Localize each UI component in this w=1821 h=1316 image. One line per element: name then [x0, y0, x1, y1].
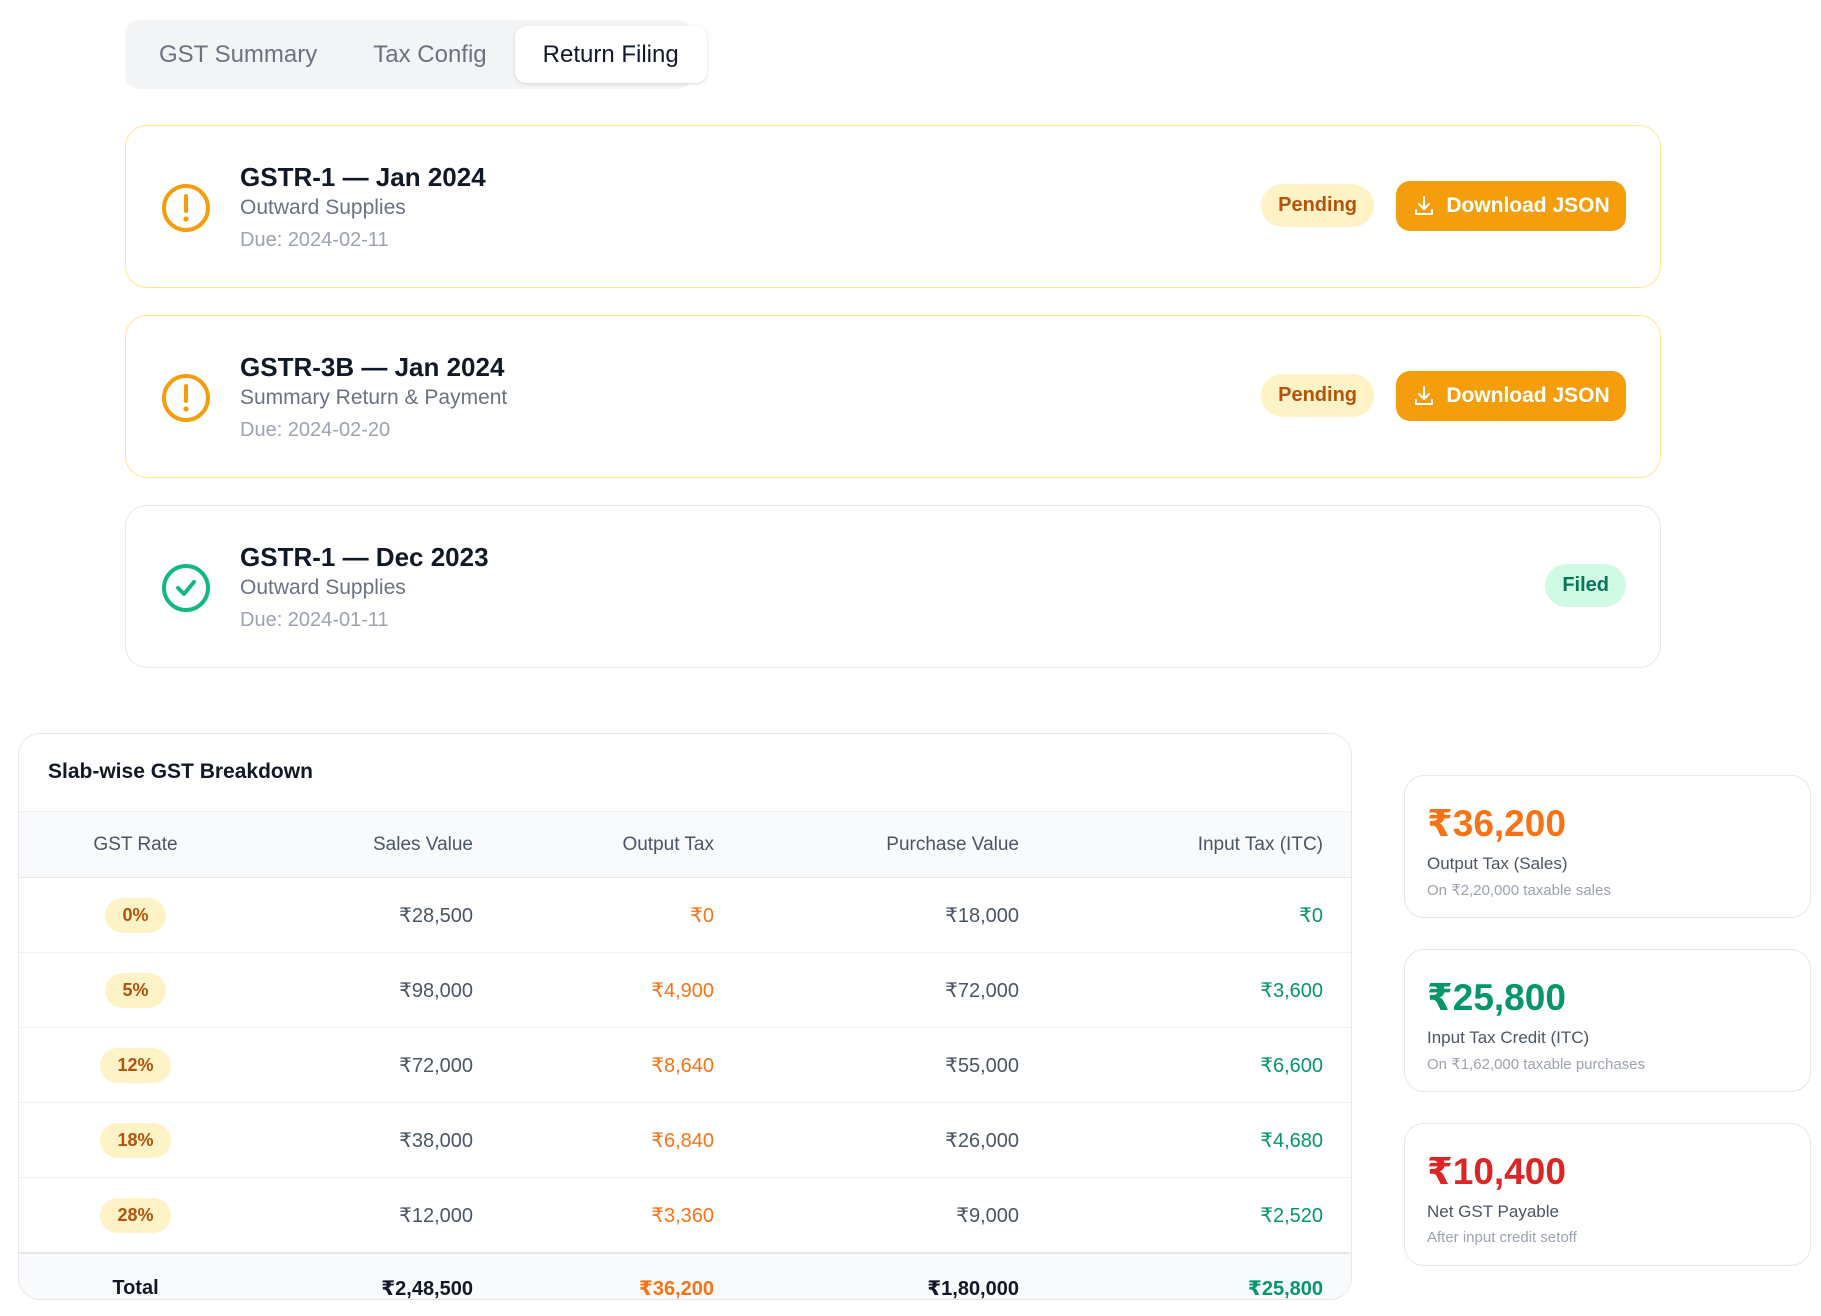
column-header: Output Tax	[503, 811, 744, 878]
return-title: GSTR-1 — Jan 2024	[240, 162, 486, 192]
return-due-date: Due: 2024-02-20	[240, 419, 391, 441]
rate-cell: 0%	[19, 877, 252, 953]
tab-gst-summary[interactable]: GST Summary	[131, 26, 345, 83]
output-tax-cell: ₹0	[503, 877, 744, 953]
status-badge: Pending	[1261, 374, 1374, 417]
stat-label: Output Tax (Sales)	[1427, 854, 1568, 873]
input-tax-cell: ₹2,520	[1049, 1177, 1351, 1254]
output-tax-cell: ₹3,360	[503, 1177, 744, 1254]
sales-value-cell: ₹28,500	[252, 877, 503, 953]
table-row: 5% ₹98,000 ₹4,900 ₹72,000 ₹3,600	[19, 952, 1351, 1028]
purchase-value-cell: ₹26,000	[744, 1102, 1049, 1178]
stat-label: Input Tax Credit (ITC)	[1427, 1028, 1590, 1047]
stat-label: Net GST Payable	[1427, 1202, 1559, 1221]
table-row: 12% ₹72,000 ₹8,640 ₹55,000 ₹6,600	[19, 1027, 1351, 1103]
purchase-value-cell: ₹55,000	[744, 1027, 1049, 1103]
tab-bar: GST Summary Tax Config Return Filing	[125, 20, 707, 89]
total-label: Total	[19, 1252, 252, 1299]
total-sales-value: ₹2,48,500	[252, 1252, 503, 1299]
input-tax-cell: ₹6,600	[1049, 1027, 1351, 1103]
sales-value-cell: ₹12,000	[252, 1177, 503, 1254]
sales-value-cell: ₹98,000	[252, 952, 503, 1028]
stat-note: On ₹1,62,000 taxable purchases	[1427, 1056, 1646, 1073]
download-json-button[interactable]: Download JSON	[1396, 181, 1626, 231]
download-icon	[1415, 386, 1434, 405]
slab-table: GST Rate Sales Value Output Tax Purchase…	[19, 811, 1351, 1299]
tab-tax-config[interactable]: Tax Config	[345, 26, 514, 83]
purchase-value-cell: ₹18,000	[744, 877, 1049, 953]
table-header-row: GST Rate Sales Value Output Tax Purchase…	[19, 811, 1351, 878]
input-tax-cell: ₹0	[1049, 877, 1351, 953]
alert-circle-icon	[162, 374, 210, 422]
download-icon	[1415, 196, 1434, 215]
return-card: GSTR-1 — Jan 2024 Outward Supplies Due: …	[125, 125, 1661, 288]
slab-breakdown-title: Slab-wise GST Breakdown	[48, 760, 313, 783]
table-row: 28% ₹12,000 ₹3,360 ₹9,000 ₹2,520	[19, 1177, 1351, 1254]
column-header: GST Rate	[19, 811, 252, 878]
input-tax-cell: ₹4,680	[1049, 1102, 1351, 1178]
download-json-label: Download JSON	[1446, 384, 1610, 407]
rate-cell: 12%	[19, 1027, 252, 1103]
rate-badge: 12%	[100, 1047, 171, 1083]
sales-value-cell: ₹38,000	[252, 1102, 503, 1178]
rate-badge: 0%	[105, 897, 166, 933]
column-header: Input Tax (ITC)	[1049, 811, 1351, 878]
purchase-value-cell: ₹72,000	[744, 952, 1049, 1028]
column-header: Sales Value	[252, 811, 503, 878]
stat-note: On ₹2,20,000 taxable sales	[1427, 882, 1611, 899]
output-tax-cell: ₹4,900	[503, 952, 744, 1028]
output-tax-cell: ₹6,840	[503, 1102, 744, 1178]
column-header: Purchase Value	[744, 811, 1049, 878]
return-card: GSTR-1 — Dec 2023 Outward Supplies Due: …	[125, 505, 1661, 668]
rate-badge: 28%	[100, 1197, 171, 1233]
stat-value: ₹36,200	[1427, 803, 1566, 844]
check-circle-icon	[162, 564, 210, 612]
download-json-label: Download JSON	[1446, 194, 1610, 217]
return-title: GSTR-1 — Dec 2023	[240, 542, 489, 572]
purchase-value-cell: ₹9,000	[744, 1177, 1049, 1254]
rate-badge: 5%	[105, 972, 166, 1008]
return-card: GSTR-3B — Jan 2024 Summary Return & Paym…	[125, 315, 1661, 478]
status-badge: Filed	[1545, 564, 1626, 607]
rate-cell: 18%	[19, 1102, 252, 1178]
download-json-button[interactable]: Download JSON	[1396, 371, 1626, 421]
return-subtitle: Summary Return & Payment	[240, 386, 508, 409]
output-tax-cell: ₹8,640	[503, 1027, 744, 1103]
table-row: 0% ₹28,500 ₹0 ₹18,000 ₹0	[19, 877, 1351, 953]
tab-return-filing[interactable]: Return Filing	[514, 26, 707, 83]
rate-cell: 28%	[19, 1177, 252, 1254]
alert-circle-icon	[162, 184, 210, 232]
return-due-date: Due: 2024-02-11	[240, 229, 389, 251]
sales-value-cell: ₹72,000	[252, 1027, 503, 1103]
status-badge: Pending	[1261, 184, 1374, 227]
table-row: 18% ₹38,000 ₹6,840 ₹26,000 ₹4,680	[19, 1102, 1351, 1178]
stat-value: ₹25,800	[1427, 977, 1566, 1018]
input-tax-cell: ₹3,600	[1049, 952, 1351, 1028]
return-subtitle: Outward Supplies	[240, 576, 406, 599]
stat-value: ₹10,400	[1427, 1151, 1566, 1192]
slab-breakdown-card: Slab-wise GST Breakdown GST Rate Sales V…	[18, 733, 1352, 1300]
return-due-date: Due: 2024-01-11	[240, 609, 389, 631]
output-tax-stat-card: ₹36,200 Output Tax (Sales) On ₹2,20,000 …	[1404, 775, 1811, 918]
rate-cell: 5%	[19, 952, 252, 1028]
total-input-tax: ₹25,800	[1049, 1252, 1351, 1299]
total-output-tax: ₹36,200	[503, 1252, 744, 1299]
return-subtitle: Outward Supplies	[240, 196, 406, 219]
input-tax-credit-stat-card: ₹25,800 Input Tax Credit (ITC) On ₹1,62,…	[1404, 949, 1811, 1092]
table-total-row: Total ₹2,48,500 ₹36,200 ₹1,80,000 ₹25,80…	[19, 1252, 1351, 1299]
stat-note: After input credit setoff	[1427, 1229, 1577, 1246]
return-title: GSTR-3B — Jan 2024	[240, 352, 505, 382]
rate-badge: 18%	[100, 1122, 171, 1158]
total-purchase-value: ₹1,80,000	[744, 1252, 1049, 1299]
net-gst-payable-stat-card: ₹10,400 Net GST Payable After input cred…	[1404, 1123, 1811, 1266]
